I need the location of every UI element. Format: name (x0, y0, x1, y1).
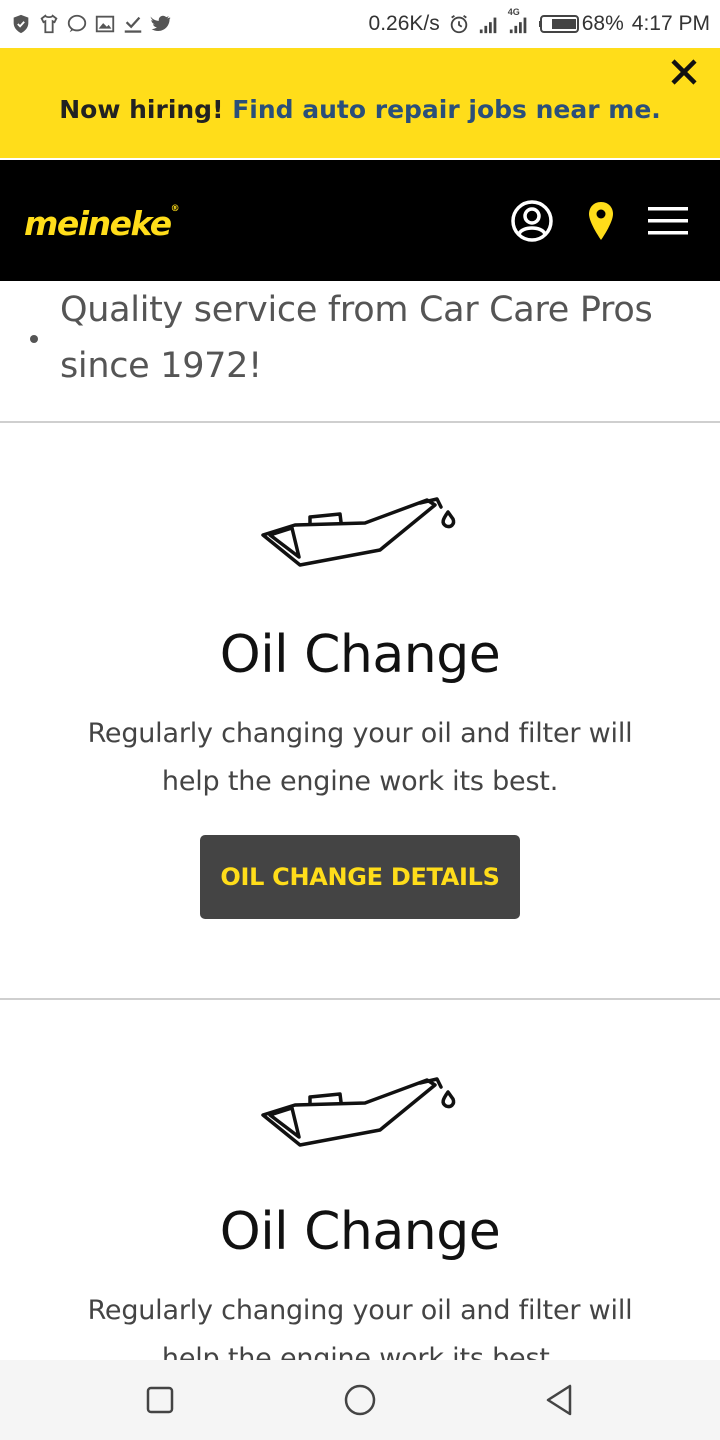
hamburger-menu-icon[interactable] (645, 198, 691, 244)
status-indicators: 0.26K/s 4G 68% 4:17 PM (368, 7, 710, 36)
back-triangle-icon[interactable] (540, 1380, 580, 1420)
clock: 4:17 PM (631, 12, 710, 35)
notification-icons (10, 13, 172, 35)
service-card: Oil Change Regularly changing your oil a… (0, 1002, 720, 1360)
hiring-banner: Now hiring! Find auto repair jobs near m… (0, 48, 720, 158)
home-circle-icon[interactable] (340, 1380, 380, 1420)
download-check-icon (122, 13, 144, 35)
status-bar: 0.26K/s 4G 68% 4:17 PM (0, 0, 720, 48)
network-speed: 0.26K/s (368, 12, 440, 35)
logo-text: meineke (24, 204, 172, 243)
signal-icon (478, 13, 500, 35)
battery-icon (538, 13, 582, 35)
service-description: Regularly changing your oil and filter w… (87, 718, 633, 797)
site-header: meineke® (0, 160, 720, 281)
service-card: Oil Change Regularly changing your oil a… (0, 425, 720, 1000)
user-account-icon[interactable] (509, 198, 555, 244)
service-description: Regularly changing your oil and filter w… (87, 1295, 633, 1360)
banner-text: Now hiring! Find auto repair jobs near m… (59, 95, 661, 124)
jobs-link[interactable]: Find auto repair jobs near me. (232, 95, 661, 124)
shield-icon (10, 13, 32, 35)
close-icon[interactable] (668, 56, 700, 88)
banner-lead: Now hiring! (59, 94, 224, 124)
meineke-logo[interactable]: meineke® (24, 204, 180, 243)
service-title: Oil Change (219, 625, 501, 685)
location-pin-icon[interactable] (578, 198, 624, 244)
image-icon (94, 13, 116, 35)
service-title: Oil Change (219, 1202, 501, 1262)
oil-can-icon (255, 1075, 465, 1155)
recents-square-icon[interactable] (140, 1380, 180, 1420)
signal-4g-icon: 4G (508, 7, 530, 35)
logo-registered-mark: ® (170, 204, 180, 214)
oil-change-details-button[interactable]: OIL CHANGE DETAILS (200, 835, 520, 919)
network-type: 4G (507, 7, 520, 17)
oil-can-icon (255, 495, 465, 575)
shirt-icon (38, 13, 60, 35)
tagline-text: Quality service from Car Care Pros since… (60, 290, 653, 386)
chat-icon (66, 13, 88, 35)
system-nav-bar (0, 1360, 720, 1440)
alarm-icon (448, 13, 470, 35)
bullet-point (30, 335, 38, 343)
twitter-icon (150, 13, 172, 35)
battery-percent: 68% (581, 12, 624, 35)
